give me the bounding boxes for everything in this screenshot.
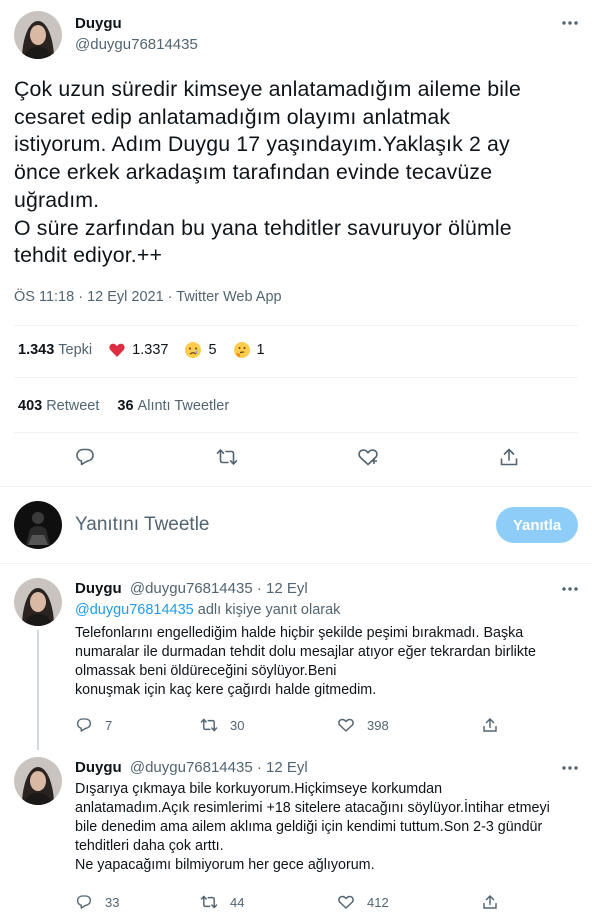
reply-action-like[interactable]: 412 (337, 893, 389, 911)
author-avatar[interactable] (14, 11, 62, 59)
share-icon[interactable] (498, 446, 520, 468)
reply-action-share[interactable] (481, 893, 511, 911)
tweet-text: Çok uzun süredir kimseye anlatamadığım a… (14, 77, 522, 268)
reply-action-bar: 7 30 398 (75, 716, 505, 734)
replying-to-text: adlı kişiye yanıt olarak (193, 602, 341, 618)
reply-avatar[interactable] (14, 578, 62, 626)
cry-count: 5 (208, 342, 217, 358)
share-icon (481, 716, 499, 734)
replying-to-link[interactable]: @duygu76814435 (75, 602, 194, 618)
like-count: 398 (367, 717, 389, 733)
reply-count: 33 (105, 894, 120, 910)
reply-date[interactable]: · 12 Eyl (257, 580, 308, 597)
reactions-row[interactable]: 1.343 Tepki 1.337 5 1 (18, 341, 281, 359)
like-icon[interactable] (357, 446, 379, 468)
reply-action-bar: 33 44 412 (75, 893, 505, 911)
reply-header: Duygu @duygu76814435 · 12 Eyl (75, 580, 308, 598)
retweets-row[interactable]: 403 Retweet 36 Alıntı Tweetler (18, 397, 229, 415)
crying-emoji-icon (184, 341, 202, 359)
reply-button[interactable]: Yanıtla (496, 507, 578, 543)
more-icon[interactable] (559, 580, 581, 598)
thread-line (37, 630, 39, 750)
retweet-icon (200, 716, 218, 734)
retweet-count: 403 (18, 398, 43, 414)
quote-count: 36 (117, 398, 134, 414)
reply-author-name[interactable]: Duygu (75, 759, 122, 776)
more-icon[interactable] (559, 14, 581, 32)
share-icon (481, 893, 499, 911)
reaction-total-label: Tepki (58, 342, 93, 358)
author-handle[interactable]: @duygu76814435 (75, 36, 198, 54)
reply-avatar[interactable] (14, 757, 62, 805)
thinking-emoji-icon (233, 341, 251, 359)
reply-text: Dışarıya çıkmaya bile korkuyorum.Hiçkims… (75, 781, 550, 873)
reply-author-name[interactable]: Duygu (75, 580, 122, 597)
current-user-avatar[interactable] (14, 501, 62, 549)
more-icon[interactable] (559, 759, 581, 777)
retweet-label[interactable]: Retweet (46, 397, 99, 415)
retweet-count: 44 (230, 894, 245, 910)
heart-count: 1.337 (132, 342, 169, 358)
reply-action-share[interactable] (481, 716, 511, 734)
reply-action-reply[interactable]: 33 (75, 893, 119, 911)
tweet-meta[interactable]: ÖS 11:18 · 12 Eyl 2021 · Twitter Web App (14, 288, 282, 306)
retweet-count: 30 (230, 717, 245, 733)
reply-icon (75, 893, 93, 911)
divider (14, 432, 578, 433)
heart-emoji-icon (108, 341, 126, 359)
divider (14, 377, 578, 378)
think-count: 1 (256, 342, 265, 358)
like-count: 412 (367, 894, 389, 910)
retweet-icon[interactable] (216, 446, 238, 468)
reply-action-retweet[interactable]: 30 (200, 716, 244, 734)
author-name[interactable]: Duygu (75, 15, 122, 33)
reply-icon (75, 716, 93, 734)
divider (0, 486, 592, 487)
reply-action-like[interactable]: 398 (337, 716, 389, 734)
reply-header: Duygu @duygu76814435 · 12 Eyl (75, 759, 308, 777)
reply-author-handle[interactable]: @duygu76814435 (130, 580, 253, 597)
reply-date[interactable]: · 12 Eyl (257, 759, 308, 776)
reply-input[interactable]: Yanıtını Tweetle (75, 514, 210, 536)
reply-action-reply[interactable]: 7 (75, 716, 112, 734)
divider (0, 563, 592, 564)
reply-count: 7 (105, 717, 113, 733)
like-icon (337, 716, 355, 734)
reaction-total-count: 1.343 (18, 342, 55, 358)
reply-author-handle[interactable]: @duygu76814435 (130, 759, 253, 776)
like-icon (337, 893, 355, 911)
reply-text: Telefonlarını engellediğim halde hiçbir … (75, 625, 536, 698)
replying-to: @duygu76814435 adlı kişiye yanıt olarak (75, 601, 340, 619)
divider (14, 325, 578, 326)
retweet-icon (200, 893, 218, 911)
reply-action-retweet[interactable]: 44 (200, 893, 244, 911)
reply-icon[interactable] (74, 446, 96, 468)
quote-label[interactable]: Alıntı Tweetler (138, 397, 230, 415)
tweet-action-bar (0, 446, 592, 470)
